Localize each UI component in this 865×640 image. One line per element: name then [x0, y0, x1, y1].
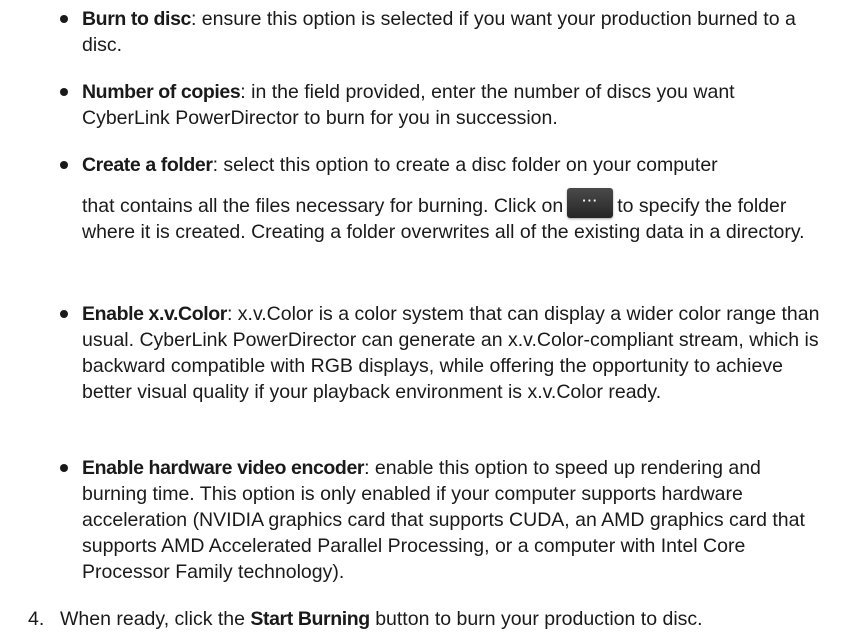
description-create-a-folder-line2: that contains all the files necessary fo…: [82, 195, 564, 217]
description-create-a-folder-part2: that contains all the files necessary fo…: [82, 188, 822, 245]
list-item-number-of-copies: Number of copies: in the field provided,…: [60, 79, 822, 131]
document-page: Burn to disc: ensure this option is sele…: [0, 0, 865, 640]
term-burn-to-disc: Burn to disc: [82, 8, 191, 30]
bullet-icon: [60, 161, 68, 169]
list-item-enable-xv-color: Enable x.v.Color: x.v.Color is a color s…: [60, 301, 822, 405]
bullet-icon: [60, 464, 68, 472]
list-item-enable-hardware-video-encoder: Enable hardware video encoder: enable th…: [60, 455, 822, 585]
browse-folder-button-icon: ···: [567, 188, 614, 218]
list-item-burn-to-disc: Burn to disc: ensure this option is sele…: [60, 6, 822, 58]
term-enable-xv-color: Enable x.v.Color: [82, 303, 227, 325]
step-text-before: When ready, click the: [60, 608, 251, 630]
term-enable-hardware-video-encoder: Enable hardware video encoder: [82, 457, 365, 479]
bullet-icon: [60, 310, 68, 318]
list-item-create-a-folder: Create a folder: select this option to c…: [60, 152, 822, 245]
bullet-icon: [60, 15, 68, 23]
bullet-icon: [60, 88, 68, 96]
description-create-a-folder-part1: : select this option to create a disc fo…: [212, 154, 718, 176]
step-number: 4.: [28, 608, 45, 630]
term-create-a-folder: Create a folder: [82, 154, 213, 176]
term-number-of-copies: Number of copies: [82, 81, 241, 103]
step-text: When ready, click the Start Burning butt…: [60, 606, 703, 632]
term-start-burning: Start Burning: [250, 608, 370, 630]
step-text-after: button to burn your production to disc.: [369, 608, 703, 630]
ellipsis-icon: ···: [582, 193, 599, 208]
